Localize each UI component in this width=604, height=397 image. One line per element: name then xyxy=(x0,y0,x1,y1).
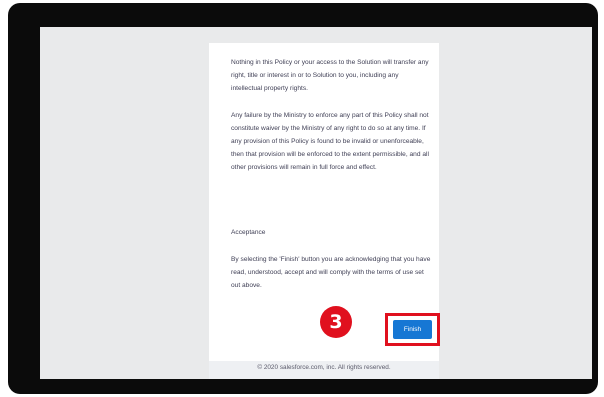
finish-highlight-box: Finish xyxy=(385,313,440,346)
policy-paragraph-acceptance: By selecting the 'Finish' button you are… xyxy=(231,256,431,289)
footer: © 2020 salesforce.com, inc. All rights r… xyxy=(209,361,439,379)
policy-paragraph-waiver: Any failure by the Ministry to enforce a… xyxy=(231,112,429,171)
step-number-badge: 3 xyxy=(320,306,352,338)
policy-paragraph-ip-rights: Nothing in this Policy or your access to… xyxy=(231,59,429,92)
device-frame: Nothing in this Policy or your access to… xyxy=(8,3,598,394)
copyright-text: © 2020 salesforce.com, inc. All rights r… xyxy=(257,364,391,371)
acceptance-heading: Acceptance xyxy=(231,229,266,236)
screen: Nothing in this Policy or your access to… xyxy=(40,27,592,379)
finish-button[interactable]: Finish xyxy=(393,320,432,339)
